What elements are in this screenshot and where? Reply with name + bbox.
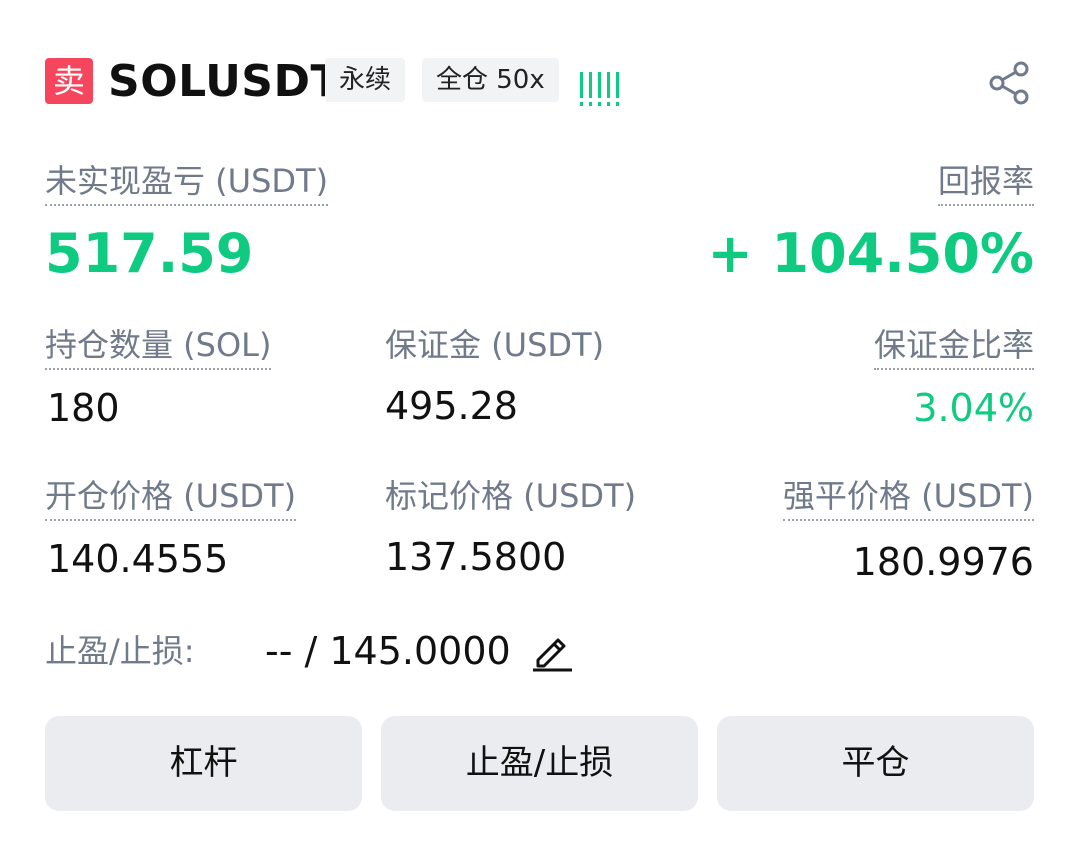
pencil-icon[interactable]: [530, 628, 574, 672]
position-size-label[interactable]: 持仓数量 (SOL): [45, 322, 272, 370]
risk-bar: [616, 72, 619, 106]
liquidation-price-label[interactable]: 强平价格 (USDT): [782, 473, 1034, 521]
margin-mode-tag[interactable]: 全仓 50x: [422, 58, 559, 102]
symbol-name[interactable]: SOLUSDT: [108, 52, 341, 112]
margin-value: 495.28: [385, 384, 518, 428]
margin-ratio-label[interactable]: 保证金比率: [873, 322, 1034, 370]
margin-ratio-value: 3.04%: [913, 386, 1034, 430]
roe-label[interactable]: 回报率: [937, 158, 1034, 206]
entry-price-value: 140.4555: [47, 537, 229, 581]
position-size-value: 180: [47, 386, 120, 430]
close-position-button[interactable]: 平仓: [717, 716, 1034, 811]
entry-price-label[interactable]: 开仓价格 (USDT): [45, 473, 297, 521]
unrealized-pnl-label[interactable]: 未实现盈亏 (USDT): [45, 158, 329, 206]
risk-bar: [598, 72, 601, 106]
risk-bar: [589, 72, 592, 106]
mark-price-label: 标记价格 (USDT): [385, 477, 637, 515]
tpsl-value: -- / 145.0000: [265, 629, 511, 673]
unrealized-pnl-value: 517.59: [45, 222, 254, 285]
margin-label: 保证金 (USDT): [385, 326, 605, 364]
risk-bar: [580, 72, 583, 106]
leverage-button[interactable]: 杠杆: [45, 716, 362, 811]
roe-value: + 104.50%: [707, 222, 1034, 285]
tpsl-label: 止盈/止损:: [45, 632, 195, 670]
mark-price-value: 137.5800: [385, 535, 567, 579]
risk-level-indicator: [580, 62, 619, 106]
liquidation-price-value: 180.9976: [852, 540, 1034, 584]
tpsl-button[interactable]: 止盈/止损: [381, 716, 698, 811]
risk-bar: [607, 72, 610, 106]
contract-type-tag: 永续: [325, 58, 406, 102]
share-icon[interactable]: [985, 58, 1035, 108]
side-badge: 卖: [45, 58, 93, 104]
